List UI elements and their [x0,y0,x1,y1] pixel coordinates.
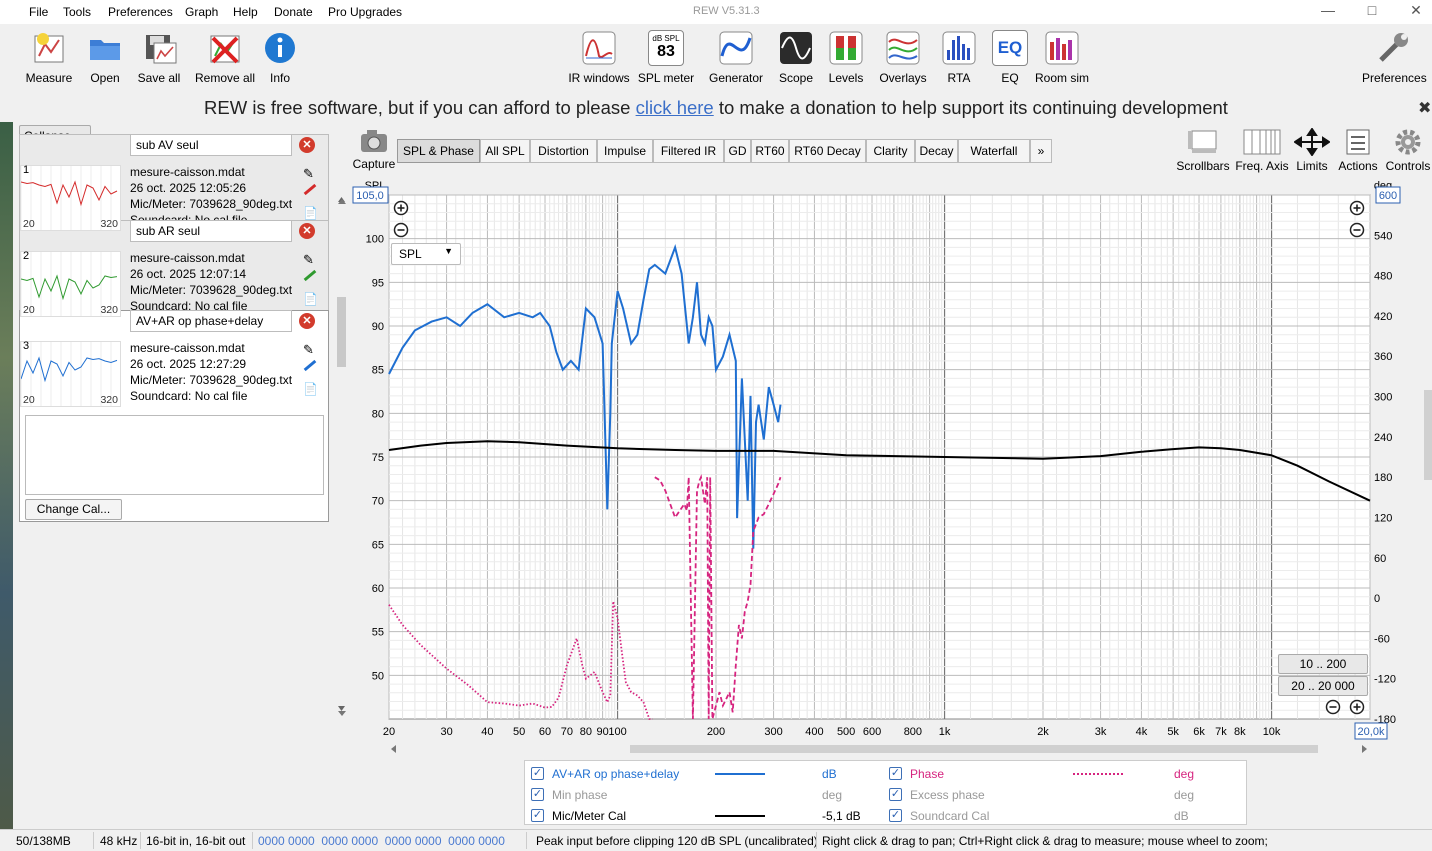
y-right-tick-label: 480 [1374,271,1392,283]
y-left-tick-label: 60 [372,583,384,595]
x-scrollbar-thumb[interactable] [630,745,1318,753]
memory-usage: 50/138MB [16,834,71,848]
y-left-tick-label: 100 [366,234,384,246]
peak-input-info: Peak input before clipping 120 dB SPL (u… [536,834,818,848]
legend-line-swatch [1073,773,1123,775]
bit-depth: 16-bit in, 16-bit out [146,834,246,848]
y-right-tick-label: 120 [1374,512,1392,524]
y2-scrollbar-thumb[interactable] [1424,390,1432,480]
y-left-tick-label: 55 [372,627,384,639]
x-tick-label: 40 [481,726,493,738]
y-right-tick-label: 360 [1374,351,1392,363]
legend-unit: deg [1174,767,1195,781]
x-tick-label: 4k [1136,726,1148,738]
legend-label: Min phase [552,788,608,802]
scroll-up-arrow[interactable] [338,199,346,204]
y2-top-value: 600 [1379,190,1397,202]
x-end-value: 20,0k [1358,726,1385,738]
spl-phase-graph[interactable]: 1009590858075706560555054048042036030024… [0,0,1432,760]
chevron-down-icon: ▼ [444,246,453,256]
x-tick-label: 50 [513,726,525,738]
legend-label: Phase [910,767,945,781]
y-right-tick-label: 240 [1374,432,1392,444]
x-tick-label: 10k [1263,726,1281,738]
sample-rate: 48 kHz [100,834,138,848]
y-right-tick-label: -60 [1374,633,1390,645]
y-right-tick-label: 180 [1374,472,1392,484]
x-tick-label: 600 [863,726,881,738]
y-right-tick-label: 300 [1374,392,1392,404]
legend-checkbox[interactable]: ✓ [889,767,902,780]
legend-checkbox[interactable]: ✓ [531,767,544,780]
legend-label: Soundcard Cal [910,809,990,823]
range-button-10-200[interactable]: 10 .. 200 [1278,654,1368,674]
mouse-hint: Right click & drag to pan; Ctrl+Right cl… [822,834,1268,848]
input-levels: 0000 0000 0000 0000 0000 0000 0000 0000 [258,834,505,848]
x-tick-label: 6k [1193,726,1205,738]
legend-checkbox[interactable]: ✓ [531,788,544,801]
y-left-tick-label: 90 [372,321,384,333]
y-left-tick-label: 95 [372,277,384,289]
x-tick-label: 2k [1037,726,1049,738]
x-tick-label: 90 [596,726,608,738]
legend-unit: deg [1174,788,1195,802]
spl-select[interactable]: SPL ▼ [391,243,461,265]
legend-label: Mic/Meter Cal [552,809,627,823]
y-right-tick-label: 420 [1374,311,1392,323]
graph-legend: ✓ AV+AR op phase+delay dB ✓ Phase deg ✓ … [524,760,1247,825]
scroll-down-arrow[interactable] [338,711,346,716]
scroll-right-arrow[interactable] [1362,745,1367,753]
x-tick-label: 3k [1095,726,1107,738]
y-right-tick-label: 540 [1374,230,1392,242]
x-tick-label: 80 [580,726,592,738]
legend-unit: dB [822,767,837,781]
y-top-value: 105,0 [356,190,384,202]
x-tick-label: 30 [440,726,452,738]
legend-line-swatch [715,815,765,817]
x-tick-label: 400 [805,726,823,738]
legend-label: AV+AR op phase+delay [552,767,680,781]
y-right-tick-label: 0 [1374,593,1380,605]
scroll-left-arrow[interactable] [391,745,396,753]
y-left-tick-label: 75 [372,452,384,464]
y-left-tick-label: 65 [372,539,384,551]
y-left-tick-label: 85 [372,365,384,377]
x-tick-label: 500 [837,726,855,738]
status-bar: 50/138MB 48 kHz 16-bit in, 16-bit out 00… [0,829,1432,851]
x-tick-label: 20 [383,726,395,738]
legend-checkbox[interactable]: ✓ [889,788,902,801]
legend-line-swatch [715,773,765,775]
legend-checkbox[interactable]: ✓ [889,809,902,822]
x-tick-label: 1k [939,726,951,738]
y-left-tick-label: 50 [372,670,384,682]
legend-unit: -5,1 dB [822,809,861,823]
x-tick-label: 7k [1215,726,1227,738]
y-right-tick-label: -120 [1374,674,1396,686]
legend-checkbox[interactable]: ✓ [531,809,544,822]
y-left-tick-label: 80 [372,408,384,420]
x-tick-label: 100 [608,726,626,738]
x-tick-label: 300 [764,726,782,738]
y-left-tick-label: 70 [372,496,384,508]
legend-unit: dB [1174,809,1189,823]
legend-unit: deg [822,788,843,802]
x-tick-label: 200 [707,726,725,738]
y-right-tick-label: 60 [1374,553,1386,565]
legend-label: Excess phase [910,788,985,802]
x-tick-label: 5k [1167,726,1179,738]
x-tick-label: 60 [539,726,551,738]
x-tick-label: 70 [561,726,573,738]
x-tick-label: 800 [904,726,922,738]
range-button-20-20000[interactable]: 20 .. 20 000 [1278,676,1368,696]
x-tick-label: 8k [1234,726,1246,738]
